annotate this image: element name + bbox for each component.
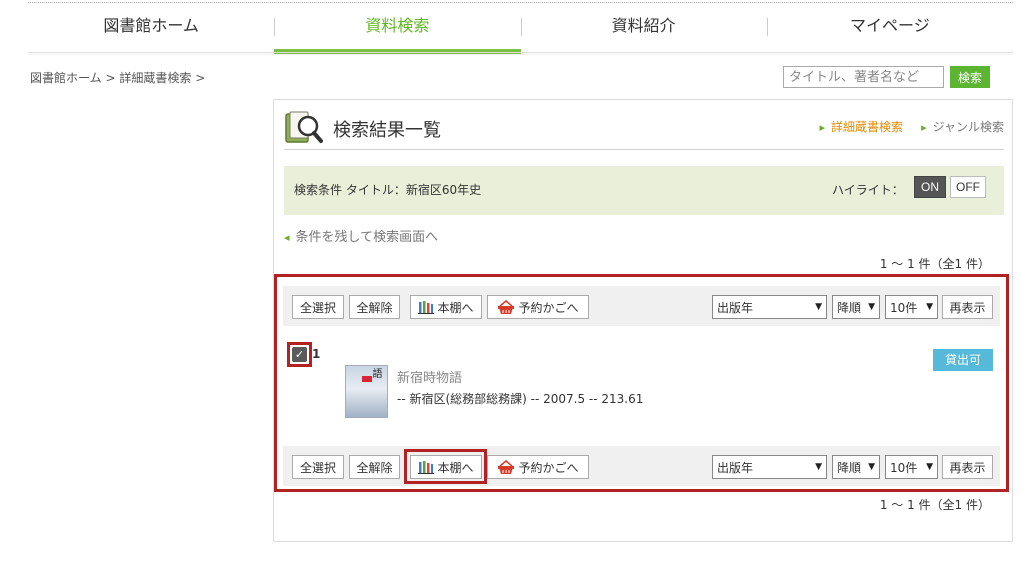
record-title-link[interactable]: 新宿時物語 bbox=[397, 367, 462, 386]
per-page-value: 10件 bbox=[890, 300, 918, 315]
record-checkbox[interactable]: ✓ bbox=[292, 347, 307, 362]
sort-order-value: 降順 bbox=[837, 460, 862, 475]
result-count-bottom: 1 ～ 1 件（全1 件） bbox=[879, 498, 990, 512]
basket-icon bbox=[498, 459, 515, 474]
select-all-button[interactable]: 全選択 bbox=[292, 295, 344, 319]
breadcrumb-home[interactable]: 図書館ホーム bbox=[30, 71, 102, 85]
search-input[interactable] bbox=[783, 66, 944, 88]
highlight-off-button[interactable]: OFF bbox=[950, 176, 986, 198]
reserve-cart-label: 予約かごへ bbox=[518, 300, 579, 315]
redisplay-button[interactable]: 再表示 bbox=[942, 295, 993, 319]
sort-field-select[interactable]: 出版年 ▼ bbox=[712, 295, 827, 319]
reserve-cart-button[interactable]: 予約かごへ bbox=[487, 455, 589, 479]
deselect-all-button[interactable]: 全解除 bbox=[349, 455, 400, 479]
bookshelf-button[interactable]: 本棚へ bbox=[410, 295, 482, 319]
sort-order-value: 降順 bbox=[837, 300, 862, 315]
breadcrumb: 図書館ホーム > 詳細蔵書検索 > bbox=[30, 69, 205, 86]
search-button[interactable]: 検索 bbox=[950, 66, 990, 88]
back-to-search-link[interactable]: 条件を残して検索画面へ bbox=[284, 226, 439, 245]
toolbar-bottom: 全選択 全解除 本棚へ 予約かごへ 出版年 ▼ 降順 ▼ 10件 ▼ 再表示 bbox=[283, 446, 1000, 486]
chevron-down-icon: ▼ bbox=[926, 302, 933, 312]
main-nav: 図書館ホーム 資料検索 資料紹介 マイページ bbox=[28, 6, 1013, 54]
nav-label: 図書館ホーム bbox=[103, 16, 199, 35]
bar-chart-books-icon bbox=[418, 301, 435, 314]
select-all-button[interactable]: 全選択 bbox=[292, 455, 344, 479]
sort-order-select[interactable]: 降順 ▼ bbox=[832, 455, 880, 479]
sort-field-select[interactable]: 出版年 ▼ bbox=[712, 455, 827, 479]
highlight-label: ハイライト： bbox=[832, 183, 904, 197]
per-page-select[interactable]: 10件 ▼ bbox=[885, 295, 938, 319]
status-badge: 貸出可 bbox=[933, 349, 993, 371]
reserve-cart-button[interactable]: 予約かごへ bbox=[487, 295, 589, 319]
chevron-down-icon: ▼ bbox=[926, 462, 933, 472]
record-number: 1 bbox=[312, 347, 321, 361]
bookshelf-label: 本棚へ bbox=[437, 300, 474, 315]
conditions-text: 検索条件 タイトル：新宿区60年史 bbox=[294, 183, 482, 197]
toolbar-top: 全選択 全解除 本棚へ 予約かごへ 出版年 ▼ 降順 ▼ 10件 ▼ 再表示 bbox=[283, 286, 1000, 326]
record-meta: -- 新宿区(総務部総務課) -- 2007.5 -- 213.61 bbox=[397, 392, 644, 406]
cover-text: 新宿時物語 bbox=[370, 368, 387, 408]
per-page-select[interactable]: 10件 ▼ bbox=[885, 455, 938, 479]
redisplay-button[interactable]: 再表示 bbox=[942, 455, 993, 479]
reserve-cart-label: 予約かごへ bbox=[518, 460, 579, 475]
breadcrumb-sep: > bbox=[105, 71, 116, 85]
chevron-down-icon: ▼ bbox=[815, 462, 822, 472]
result-count-top: 1 ～ 1 件（全1 件） bbox=[879, 257, 990, 271]
chevron-down-icon: ▼ bbox=[868, 462, 875, 472]
top-divider bbox=[28, 2, 1013, 3]
panel-header: 検索結果一覧 詳細蔵書検索 ジャンル検索 bbox=[284, 106, 1004, 150]
nav-label: 資料検索 bbox=[365, 16, 430, 35]
highlight-on-button[interactable]: ON bbox=[914, 176, 946, 198]
chevron-down-icon: ▼ bbox=[815, 302, 822, 312]
nav-label: マイページ bbox=[850, 16, 930, 35]
search-conditions: 検索条件 タイトル：新宿区60年史 ハイライト： ON OFF bbox=[284, 166, 1004, 215]
deselect-all-button[interactable]: 全解除 bbox=[349, 295, 400, 319]
nav-material-search[interactable]: 資料検索 bbox=[274, 6, 521, 54]
book-cover-image[interactable]: 新宿時物語 bbox=[345, 365, 388, 418]
panel-title: 検索結果一覧 bbox=[333, 120, 441, 141]
genre-search-link[interactable]: ジャンル検索 bbox=[921, 118, 1004, 135]
book-search-icon bbox=[285, 111, 323, 143]
sort-field-value: 出版年 bbox=[717, 300, 754, 315]
breadcrumb-detail-search[interactable]: 詳細蔵書検索 bbox=[119, 71, 191, 85]
nav-label: 資料紹介 bbox=[611, 16, 676, 35]
sort-order-select[interactable]: 降順 ▼ bbox=[832, 295, 880, 319]
nav-mypage[interactable]: マイページ bbox=[766, 6, 1013, 54]
sort-field-value: 出版年 bbox=[717, 460, 754, 475]
nav-material-intro[interactable]: 資料紹介 bbox=[520, 6, 767, 54]
chevron-down-icon: ▼ bbox=[868, 302, 875, 312]
panel-header-links: 詳細蔵書検索 ジャンル検索 bbox=[820, 118, 1004, 135]
detail-search-link[interactable]: 詳細蔵書検索 bbox=[820, 118, 903, 135]
nav-divider bbox=[28, 52, 1013, 55]
nav-library-home[interactable]: 図書館ホーム bbox=[28, 6, 274, 54]
highlight-frame-bookshelf bbox=[404, 449, 487, 484]
breadcrumb-sep: > bbox=[195, 71, 206, 85]
per-page-value: 10件 bbox=[890, 460, 918, 475]
basket-icon bbox=[498, 299, 515, 314]
